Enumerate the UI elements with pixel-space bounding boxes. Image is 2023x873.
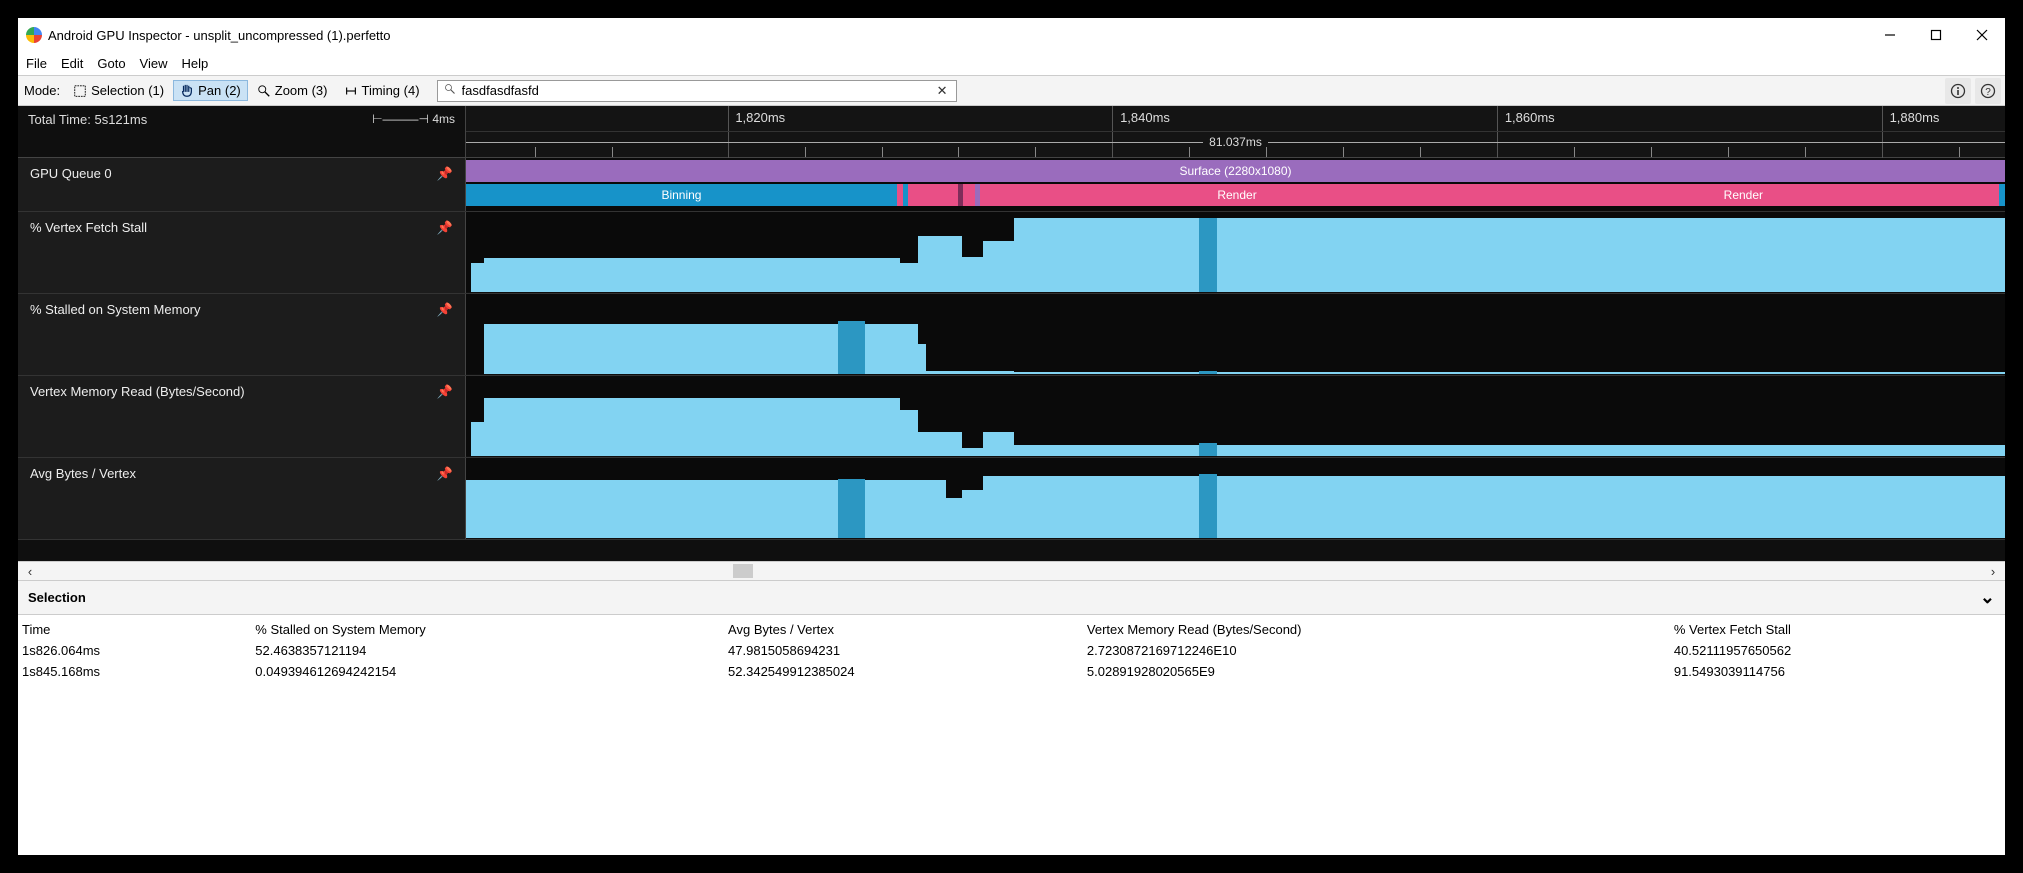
mode-pan[interactable]: Pan (2) (173, 80, 248, 101)
close-button[interactable] (1959, 18, 2005, 52)
track-label-vmr: Vertex Memory Read (Bytes/Second) (30, 384, 245, 399)
scroll-thumb[interactable] (733, 564, 753, 578)
search-box[interactable]: ✕ (437, 80, 957, 102)
cell-time: 1s826.064ms (18, 640, 251, 661)
scroll-left-arrow[interactable]: ‹ (22, 564, 38, 579)
timeline-ruler[interactable]: Total Time: 5s121ms ⊢———⊣ 4ms 1,820ms 1,… (18, 106, 2005, 158)
track-label-gpu-queue: GPU Queue 0 (30, 166, 112, 181)
selection-table: Time % Stalled on System Memory Avg Byte… (18, 619, 2005, 682)
pin-icon[interactable]: 📌 (437, 166, 453, 182)
gpu-sliver[interactable] (920, 184, 958, 206)
clear-search-icon[interactable]: ✕ (929, 83, 956, 99)
table-row[interactable]: 1s826.064ms 52.4638357121194 47.98150586… (18, 640, 2005, 661)
mode-toolbar: Mode: Selection (1) Pan (2) Zoom (3) Tim… (18, 76, 2005, 106)
cell-vmr: 2.7230872169712246E10 (1083, 640, 1670, 661)
pin-icon[interactable]: 📌 (437, 302, 453, 318)
menu-help[interactable]: Help (180, 54, 211, 73)
scale-label: ⊢———⊣ 4ms (372, 112, 455, 126)
mode-timing-label: Timing (4) (362, 83, 420, 98)
search-icon (438, 83, 462, 98)
cell-abv: 47.9815058694231 (724, 640, 1083, 661)
help-button[interactable]: ? (1975, 78, 2001, 104)
cell-time: 1s845.168ms (18, 661, 251, 682)
mode-pan-label: Pan (2) (198, 83, 241, 98)
mode-selection-label: Selection (1) (91, 83, 164, 98)
pin-icon[interactable]: 📌 (437, 220, 453, 236)
gpu-stage-binning[interactable]: Binning (466, 184, 897, 206)
total-time-label: Total Time: 5s121ms (28, 112, 147, 127)
track-label-vfs: % Vertex Fetch Stall (30, 220, 147, 235)
cell-vmr: 5.02891928020565E9 (1083, 661, 1670, 682)
menu-edit[interactable]: Edit (59, 54, 85, 73)
col-abv[interactable]: Avg Bytes / Vertex (724, 619, 1083, 640)
search-input[interactable] (462, 83, 929, 98)
mode-label: Mode: (22, 83, 62, 98)
col-time[interactable]: Time (18, 619, 251, 640)
scroll-right-arrow[interactable]: › (1985, 564, 2001, 579)
titlebar: Android GPU Inspector - unsplit_uncompre… (18, 18, 2005, 52)
table-row[interactable]: 1s845.168ms 0.049394612694242154 52.3425… (18, 661, 2005, 682)
track-gpu-queue[interactable]: GPU Queue 0 📌 Surface (2280x1080) Binnin… (18, 158, 2005, 212)
menu-view[interactable]: View (138, 54, 170, 73)
gpu-sliver[interactable] (908, 184, 920, 206)
col-vmr[interactable]: Vertex Memory Read (Bytes/Second) (1083, 619, 1670, 640)
cell-ssm: 0.049394612694242154 (251, 661, 724, 682)
cell-vfs: 40.52111957650562 (1670, 640, 2005, 661)
track-stalled-system-memory[interactable]: % Stalled on System Memory 📌 (18, 294, 2005, 376)
timeline-area[interactable]: Total Time: 5s121ms ⊢———⊣ 4ms 1,820ms 1,… (18, 106, 2005, 561)
maximize-button[interactable] (1913, 18, 1959, 52)
pin-icon[interactable]: 📌 (437, 466, 453, 482)
gpu-sliver[interactable] (1999, 184, 2005, 206)
selection-panel: Selection ⌄ Time % Stalled on System Mem… (18, 581, 2005, 855)
collapse-icon[interactable]: ⌄ (1980, 587, 1995, 608)
info-button[interactable] (1945, 78, 1971, 104)
mode-zoom-label: Zoom (3) (275, 83, 328, 98)
track-vertex-fetch-stall[interactable]: % Vertex Fetch Stall 📌 (18, 212, 2005, 294)
mode-selection[interactable]: Selection (1) (66, 80, 171, 101)
mode-timing[interactable]: Timing (4) (337, 80, 427, 101)
minimize-button[interactable] (1867, 18, 1913, 52)
cell-vfs: 91.5493039114756 (1670, 661, 2005, 682)
cell-abv: 52.342549912385024 (724, 661, 1083, 682)
gpu-stage-render[interactable]: Render (1488, 184, 1999, 206)
tick-label: 1,820ms (735, 110, 785, 125)
table-header-row: Time % Stalled on System Memory Avg Byte… (18, 619, 2005, 640)
window-title: Android GPU Inspector - unsplit_uncompre… (48, 28, 391, 43)
pin-icon[interactable]: 📌 (437, 384, 453, 400)
tick-label: 1,840ms (1120, 110, 1170, 125)
timeline-horizontal-scrollbar[interactable]: ‹ › (18, 561, 2005, 581)
track-vertex-memory-read[interactable]: Vertex Memory Read (Bytes/Second) 📌 (18, 376, 2005, 458)
selection-title: Selection (28, 590, 86, 605)
app-icon (26, 27, 42, 43)
col-ssm[interactable]: % Stalled on System Memory (251, 619, 724, 640)
tick-label: 1,880ms (1890, 110, 1940, 125)
cell-ssm: 52.4638357121194 (251, 640, 724, 661)
col-vfs[interactable]: % Vertex Fetch Stall (1670, 619, 2005, 640)
svg-text:?: ? (1985, 87, 1991, 98)
tick-label: 1,860ms (1505, 110, 1555, 125)
menubar: File Edit Goto View Help (18, 52, 2005, 76)
track-label-ssm: % Stalled on System Memory (30, 302, 201, 317)
gpu-surface-slice[interactable]: Surface (2280x1080) (466, 160, 2005, 182)
mode-zoom[interactable]: Zoom (3) (250, 80, 335, 101)
gpu-stage-render[interactable]: Render (986, 184, 1488, 206)
track-avg-bytes-vertex[interactable]: Avg Bytes / Vertex 📌 (18, 458, 2005, 540)
menu-file[interactable]: File (24, 54, 49, 73)
gpu-sliver[interactable] (963, 184, 975, 206)
menu-goto[interactable]: Goto (95, 54, 127, 73)
track-label-abv: Avg Bytes / Vertex (30, 466, 136, 481)
